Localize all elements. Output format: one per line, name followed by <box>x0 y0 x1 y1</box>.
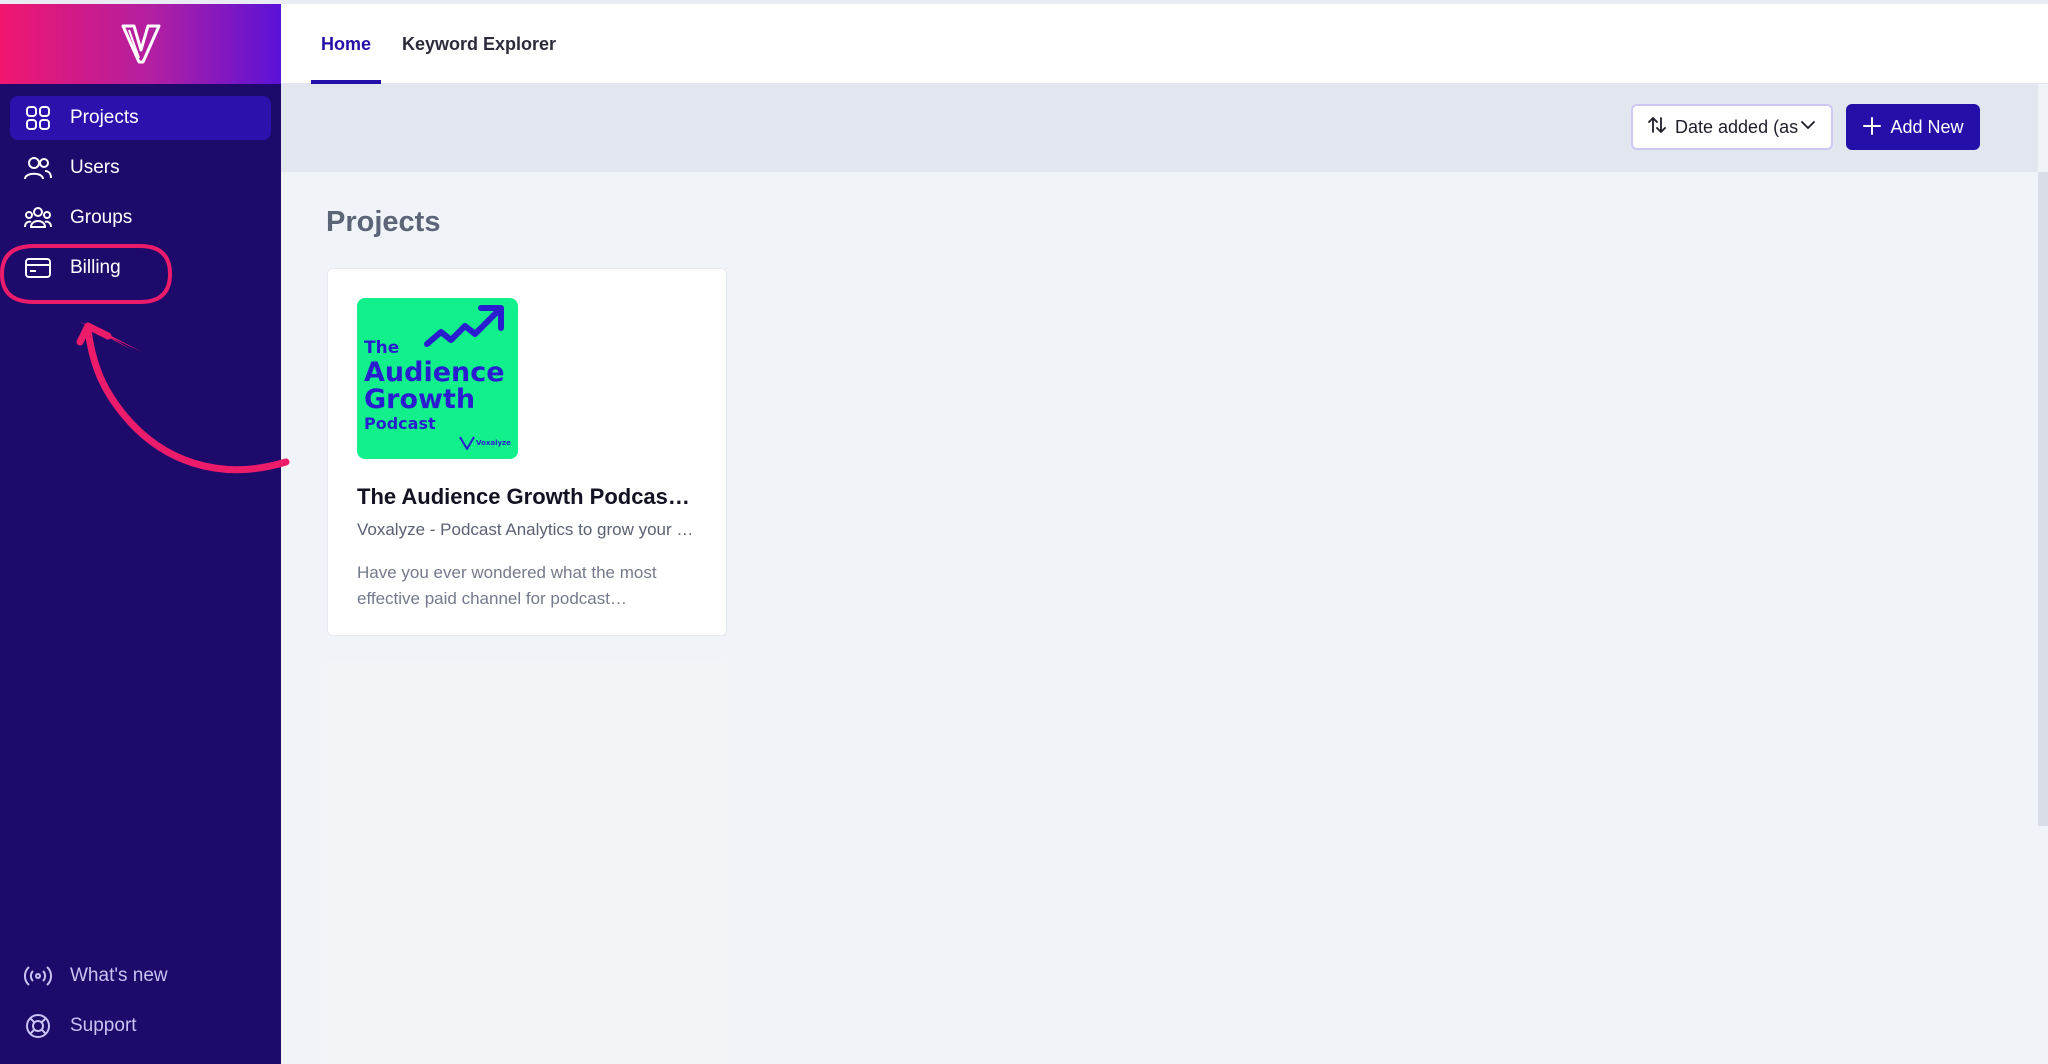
project-title: The Audience Growth Podcast: Marketing S… <box>357 484 697 509</box>
sidebar: Projects Users Groups Billing What's new… <box>0 4 281 1064</box>
sidebar-item-whats-new[interactable]: What's new <box>10 954 271 998</box>
sort-arrows-icon <box>1647 115 1667 140</box>
tab-keyword-explorer[interactable]: Keyword Explorer <box>402 4 556 84</box>
sidebar-item-label: Groups <box>70 207 133 228</box>
add-new-label: Add New <box>1890 116 1964 137</box>
cover-text-the: The <box>364 338 400 358</box>
sidebar-item-label: Support <box>70 1015 137 1036</box>
credit-card-icon <box>24 254 52 282</box>
tab-label: Home <box>321 33 372 54</box>
project-list-placeholder <box>327 662 727 1064</box>
cover-text-audience: Audience <box>364 357 505 388</box>
sidebar-item-groups[interactable]: Groups <box>10 196 271 240</box>
sidebar-item-billing[interactable]: Billing <box>10 246 271 290</box>
voxalyze-mini-logo-icon <box>459 436 475 450</box>
cover-brand-logo: Voxalyze <box>459 436 511 450</box>
lifebuoy-icon <box>24 1012 52 1040</box>
voxalyze-logo-icon <box>121 24 160 64</box>
main-scrollbar[interactable] <box>2038 172 2048 826</box>
sidebar-nav: Projects Users Groups Billing <box>0 84 281 308</box>
projects-toolbar: Date added (ascending) Add New <box>281 84 2038 172</box>
tab-home[interactable]: Home <box>310 4 382 84</box>
sidebar-item-label: Billing <box>70 257 121 278</box>
sidebar-item-support[interactable]: Support <box>10 1004 271 1048</box>
cover-brand-text: Voxalyze <box>476 439 511 447</box>
broadcast-icon <box>24 962 52 990</box>
sidebar-bottom-nav: What's new Support <box>10 954 271 1054</box>
page-title: Projects <box>326 206 441 238</box>
top-nav: Home Keyword Explorer <box>281 4 2048 84</box>
grid-icon <box>24 104 52 132</box>
sidebar-item-projects[interactable]: Projects <box>10 96 271 140</box>
tab-label: Keyword Explorer <box>402 33 557 54</box>
cover-text-podcast: Podcast <box>364 414 436 433</box>
users-icon <box>24 154 52 182</box>
app-logo[interactable] <box>0 4 281 84</box>
sort-dropdown[interactable]: Date added (ascending) <box>1631 104 1833 150</box>
sort-label: Date added (ascending) <box>1675 116 1799 137</box>
sidebar-item-label: Projects <box>70 107 139 128</box>
chevron-down-icon <box>1799 116 1817 139</box>
podcast-cover-image: The Audience Growth Podcast Voxalyze <box>357 298 518 459</box>
project-card[interactable]: The Audience Growth Podcast Voxalyze The… <box>327 268 727 636</box>
sidebar-item-label: What's new <box>70 965 168 986</box>
cover-text-growth: Growth <box>364 384 476 415</box>
plus-icon <box>1862 114 1882 140</box>
sidebar-item-label: Users <box>70 157 120 178</box>
project-description: Have you ever wondered what the most eff… <box>357 563 657 608</box>
groups-icon <box>24 204 52 232</box>
sidebar-item-users[interactable]: Users <box>10 146 271 190</box>
add-new-button[interactable]: Add New <box>1846 104 1980 150</box>
project-subtitle: Voxalyze - Podcast Analytics to grow you… <box>357 520 697 539</box>
